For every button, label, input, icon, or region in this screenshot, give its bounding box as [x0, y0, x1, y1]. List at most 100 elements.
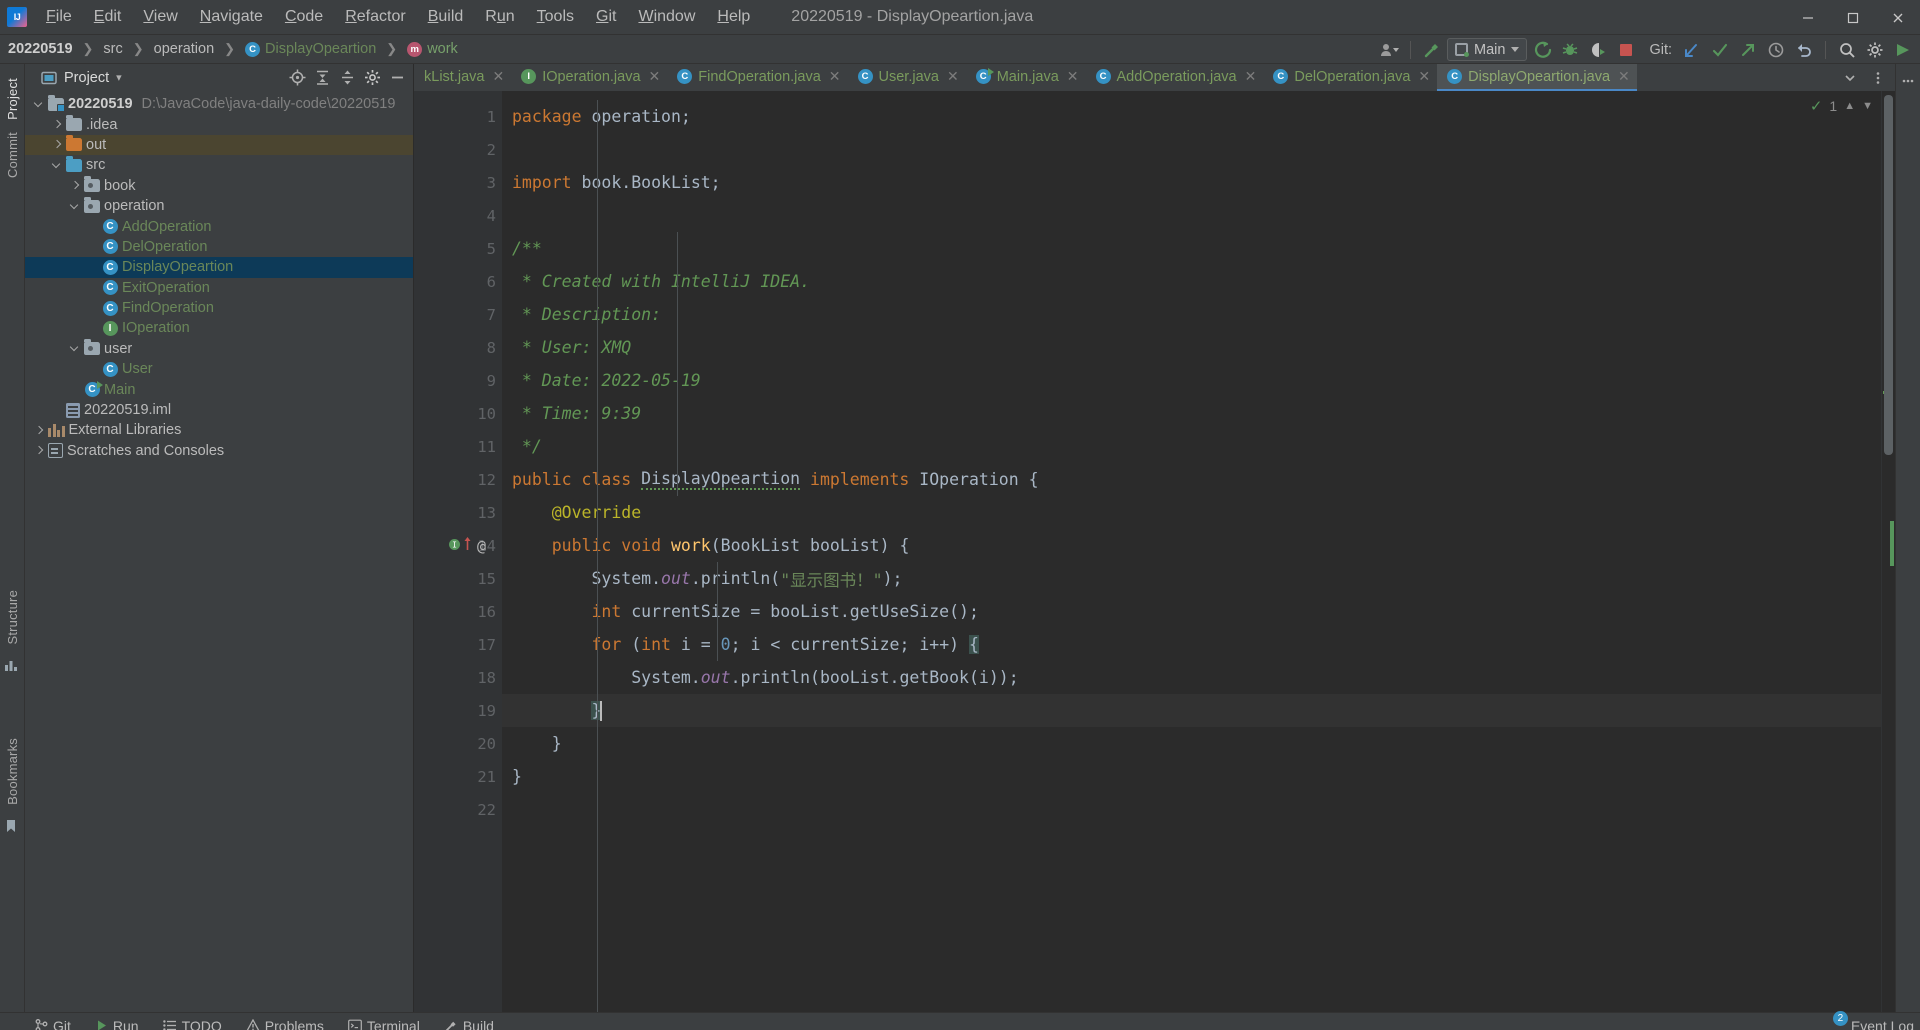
gutter-line[interactable]: 20 — [414, 727, 519, 760]
gutter-line[interactable]: 5− — [414, 232, 519, 265]
code-line[interactable]: int currentSize = booList.getUseSize(); — [502, 595, 1881, 628]
notifications-icon[interactable] — [1895, 72, 1920, 97]
gutter-line[interactable]: 1 — [414, 100, 502, 133]
code-line[interactable]: import book.BookList; — [502, 166, 1881, 199]
settings-gear-icon[interactable] — [360, 66, 384, 90]
collapse-all-icon[interactable] — [335, 66, 359, 90]
menu-view[interactable]: View — [132, 4, 188, 30]
close-tab-icon[interactable]: ✕ — [947, 68, 959, 85]
locate-in-tree-icon[interactable] — [285, 66, 309, 90]
menu-build[interactable]: Build — [417, 4, 475, 30]
run-with-coverage-icon[interactable] — [1585, 37, 1611, 62]
code-line[interactable]: * Time: 9:39 — [502, 397, 1881, 430]
bottom-tool-run[interactable]: Run — [84, 1015, 150, 1030]
chevron-down-icon[interactable] — [51, 159, 64, 172]
ide-updates-icon[interactable] — [1890, 37, 1916, 62]
gutter-line[interactable]: I@14− — [414, 529, 519, 562]
menu-edit[interactable]: Edit — [83, 4, 133, 30]
code-line[interactable]: * Date: 2022-05-19 — [502, 364, 1881, 397]
code-line[interactable]: public void work (BookList booList) { — [502, 529, 1881, 562]
code-line[interactable]: System. out .println("显示图书！"); — [502, 562, 1881, 595]
tree-node[interactable]: 20220519 D:\JavaCode\java-daily-code\2022… — [25, 94, 413, 114]
close-tab-icon[interactable]: ✕ — [1067, 68, 1079, 85]
editor-tab-displayopeartion[interactable]: C DisplayOpeartion.java ✕ — [1437, 64, 1637, 91]
editor-tab-findoperation[interactable]: C FindOperation.java ✕ — [667, 64, 847, 91]
gutter-line[interactable]: 4 — [414, 199, 502, 232]
chevron-down-icon[interactable]: ▾ — [116, 71, 122, 84]
gutter-line[interactable]: 19 — [414, 694, 519, 727]
tree-node[interactable]: C Main — [25, 379, 413, 399]
code-line[interactable]: /** — [502, 232, 1881, 265]
tree-node[interactable]: .idea — [25, 114, 413, 134]
code-line[interactable]: * Created with IntelliJ IDEA. — [502, 265, 1881, 298]
code-line[interactable]: */ — [502, 430, 1881, 463]
code-line[interactable] — [502, 793, 1881, 826]
close-tab-icon[interactable]: ✕ — [492, 68, 504, 85]
minimize-button[interactable] — [1785, 0, 1830, 35]
gutter-line[interactable]: 12 — [414, 463, 502, 496]
gutter-line[interactable]: 9 — [414, 364, 502, 397]
tree-node[interactable]: C User — [25, 359, 413, 379]
gutter-line[interactable]: 8 — [414, 331, 502, 364]
inspections-ok-icon[interactable]: ✓ — [1810, 97, 1823, 115]
tool-window-tab-bookmarks[interactable]: Bookmarks — [5, 732, 20, 811]
code-line[interactable]: System. out .println(booList.getBook(i)); — [502, 661, 1881, 694]
tab-options-icon[interactable] — [1865, 65, 1891, 90]
git-history-clock-icon[interactable] — [1763, 37, 1789, 62]
run-icon[interactable] — [1529, 37, 1555, 62]
close-tab-icon[interactable]: ✕ — [829, 68, 841, 85]
breadcrumb-item-displayopeartion[interactable]: DisplayOpeartion — [265, 41, 376, 57]
editor-tab-user[interactable]: C User.java ✕ — [848, 64, 966, 91]
bottom-tool-git[interactable]: Git — [24, 1015, 82, 1030]
bottom-tool-problems[interactable]: Problems — [235, 1015, 335, 1030]
chevron-right-icon[interactable] — [69, 179, 82, 192]
expand-all-icon[interactable] — [310, 66, 334, 90]
gutter-line[interactable]: 21 — [414, 760, 502, 793]
bottom-tool-todo[interactable]: TODO — [152, 1015, 233, 1030]
editor-tab-addoperation[interactable]: C AddOperation.java ✕ — [1086, 64, 1264, 91]
tree-node[interactable]: C AddOperation — [25, 216, 413, 236]
chevron-right-icon[interactable] — [51, 138, 64, 151]
bottom-tool-terminal[interactable]: Terminal — [337, 1015, 431, 1030]
tree-node[interactable]: 20220519.iml — [25, 400, 413, 420]
git-rollback-undo-icon[interactable] — [1791, 37, 1817, 62]
next-highlight-icon[interactable]: ▼ — [1862, 100, 1873, 112]
breadcrumb-item-20220519[interactable]: 20220519 — [8, 41, 73, 57]
gutter-line[interactable]: 18 — [414, 661, 502, 694]
code-line[interactable]: } — [502, 727, 1881, 760]
gear-settings-icon[interactable] — [1862, 37, 1888, 62]
gutter-line[interactable]: 6 — [414, 265, 502, 298]
chevron-down-icon[interactable] — [69, 200, 82, 213]
breadcrumb-item-operation[interactable]: operation — [154, 41, 214, 57]
override-arrow-icon[interactable] — [463, 536, 472, 555]
code-line[interactable]: * Description: — [502, 298, 1881, 331]
code-editor[interactable]: package operation; import book.BookList; /… — [502, 91, 1881, 1012]
chevron-right-icon[interactable] — [51, 118, 64, 131]
debug-bug-icon[interactable] — [1557, 37, 1583, 62]
maximize-button[interactable] — [1830, 0, 1875, 35]
editor-tab-deloperation[interactable]: C DelOperation.java ✕ — [1263, 64, 1437, 91]
close-tab-icon[interactable]: ✕ — [1245, 68, 1257, 85]
close-tab-icon[interactable]: ✕ — [1418, 68, 1430, 85]
menu-tools[interactable]: Tools — [526, 4, 585, 30]
gutter-line[interactable]: 11 — [414, 430, 519, 463]
gutter-line[interactable]: 22 — [414, 793, 502, 826]
close-tab-icon[interactable]: ✕ — [649, 68, 661, 85]
previous-highlight-icon[interactable]: ▲ — [1844, 100, 1855, 112]
gutter-marks[interactable]: I @ — [448, 536, 486, 555]
code-line[interactable]: public class DisplayOpeartion implements… — [502, 463, 1881, 496]
tool-window-tab-commit[interactable]: Commit — [5, 126, 20, 184]
menu-help[interactable]: Help — [706, 4, 761, 30]
editor-gutter[interactable]: 12345−678910111213I@14−151617−1819202122 — [414, 91, 519, 1012]
menu-navigate[interactable]: Navigate — [189, 4, 274, 30]
editor-right-gutter-markers[interactable] — [1881, 91, 1895, 1012]
code-line[interactable]: for (int i = 0; i < currentSize; i++) { — [502, 628, 1881, 661]
tree-node[interactable]: book — [25, 176, 413, 196]
gutter-line[interactable]: 15 — [414, 562, 502, 595]
tree-node[interactable]: C DisplayOpeartion — [25, 257, 413, 278]
git-push-icon[interactable] — [1735, 37, 1761, 62]
close-tab-icon[interactable]: ✕ — [1618, 68, 1630, 85]
event-log-widget[interactable]: 2 Event Log — [1830, 1011, 1914, 1030]
gutter-line[interactable]: 13 — [414, 496, 502, 529]
breadcrumb-item-src[interactable]: src — [103, 41, 122, 57]
